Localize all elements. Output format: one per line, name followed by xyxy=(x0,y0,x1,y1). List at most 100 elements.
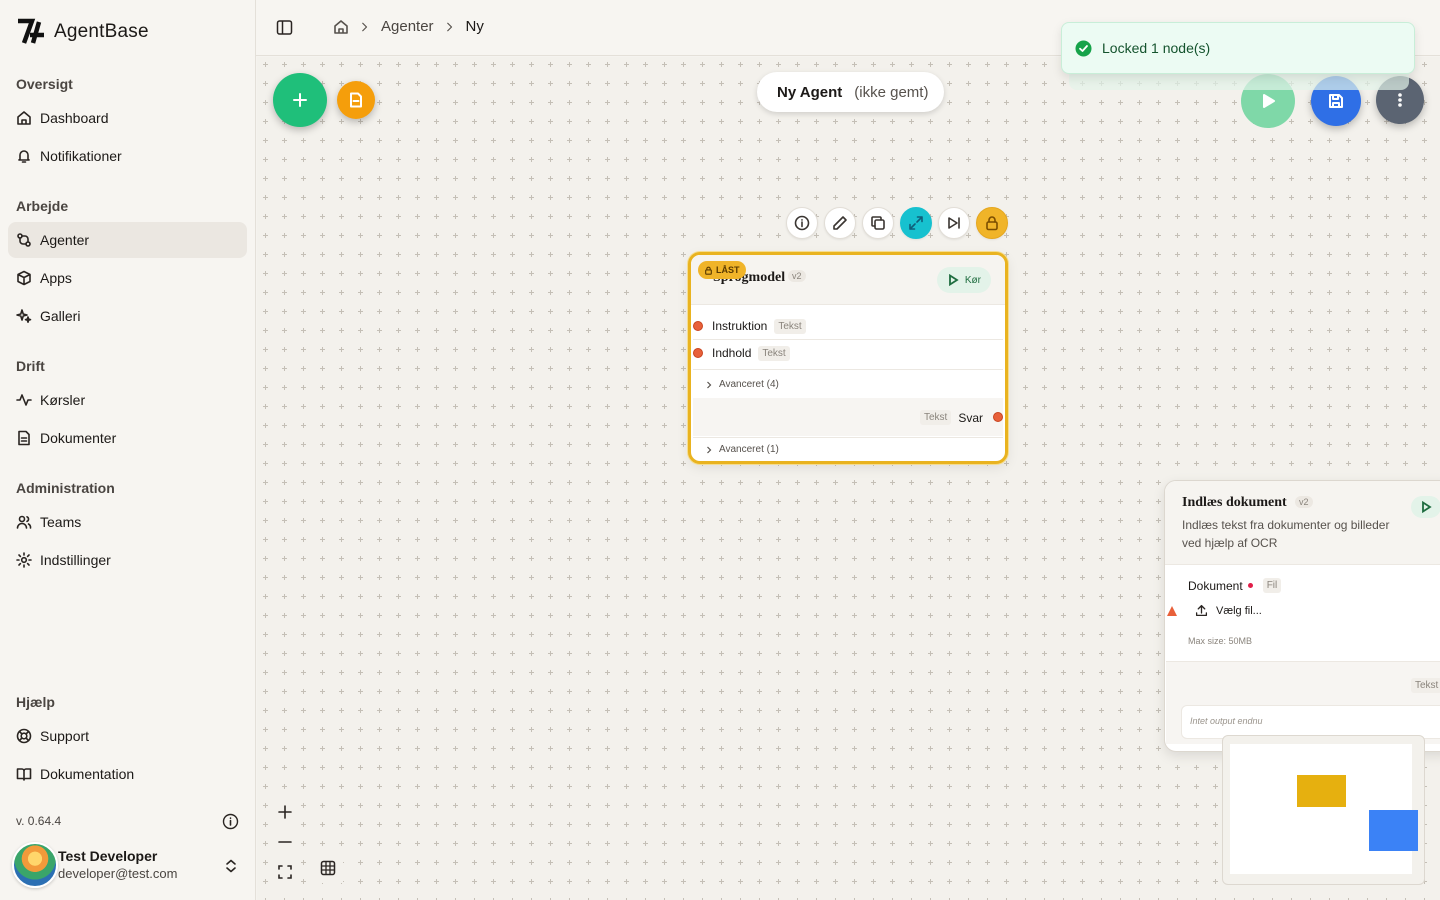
grid-toggle-button[interactable] xyxy=(313,853,343,883)
choose-file-button[interactable]: Vælg fil... xyxy=(1195,604,1262,617)
sidebar-item-teams[interactable]: Teams xyxy=(8,504,247,540)
pencil-icon xyxy=(833,216,847,230)
advanced-inputs-label: Avanceret (4) xyxy=(719,379,779,390)
section-title-drift: Drift xyxy=(16,358,45,374)
book-icon xyxy=(16,768,32,781)
sidebar-item-label: Dashboard xyxy=(40,110,109,126)
chevron-right-icon xyxy=(707,381,712,388)
sidebar-item-dashboard[interactable]: Dashboard xyxy=(8,100,247,136)
input-port-row: Dokument Fil xyxy=(1188,578,1282,593)
node-edit-button[interactable] xyxy=(824,207,856,239)
sidebar-item-support[interactable]: Support xyxy=(8,718,247,754)
sparkles-icon xyxy=(16,309,32,323)
plus-icon xyxy=(278,805,292,819)
advanced-outputs-toggle[interactable]: Avanceret (1) xyxy=(705,444,779,455)
agent-save-status: (ikke gemt) xyxy=(854,83,929,101)
sidebar-item-agenter[interactable]: Agenter xyxy=(8,222,247,258)
sidebar-item-dokumentation[interactable]: Dokumentation xyxy=(8,756,247,792)
fit-view-button[interactable] xyxy=(270,857,300,887)
chevron-right-icon xyxy=(707,446,712,453)
node-lock-button[interactable] xyxy=(976,207,1008,239)
node-info-button[interactable] xyxy=(786,207,818,239)
workflow-icon xyxy=(17,233,31,247)
box-icon xyxy=(17,270,31,286)
agent-title-pill[interactable]: Ny Agent (ikke gemt) xyxy=(757,72,945,112)
advanced-outputs-label: Avanceret (1) xyxy=(719,444,779,455)
sidebar-item-label: Dokumenter xyxy=(40,430,117,446)
sidebar-item-dokumenter[interactable]: Dokumenter xyxy=(8,420,247,456)
play-icon xyxy=(1263,94,1275,108)
node-header[interactable]: Indlæs dokument v2 Indlæs tekst fra doku… xyxy=(1165,481,1440,565)
play-icon xyxy=(948,274,959,286)
output-port-handle[interactable] xyxy=(993,412,1003,422)
input-port-handle[interactable] xyxy=(693,348,703,358)
divider xyxy=(693,369,1003,370)
sidebar-item-indstillinger[interactable]: Indstillinger xyxy=(8,542,247,578)
divider xyxy=(693,437,1003,438)
output-type-tag: Tekst xyxy=(1411,678,1440,693)
user-menu[interactable]: Test Developer developer@test.com xyxy=(12,840,252,890)
section-title-arbejde: Arbejde xyxy=(16,198,69,214)
lock-icon xyxy=(705,266,712,275)
sidebar-item-galleri[interactable]: Galleri xyxy=(8,298,247,334)
app-name: AgentBase xyxy=(54,21,149,42)
zoom-in-button[interactable] xyxy=(270,797,300,827)
breadcrumb-agenter[interactable]: Agenter xyxy=(381,18,434,35)
section-title-hjaelp: Hjælp xyxy=(16,694,55,710)
output-label: Svar xyxy=(958,410,983,425)
upload-icon xyxy=(1195,604,1208,617)
more-vertical-icon xyxy=(1398,93,1402,107)
info-icon[interactable] xyxy=(222,813,239,830)
toast-stack-shadow xyxy=(1069,74,1409,90)
sidebar-item-label: Support xyxy=(40,728,90,744)
home-icon[interactable] xyxy=(333,19,349,35)
input-type-tag: Tekst xyxy=(774,318,806,334)
avatar xyxy=(12,842,58,888)
sidebar-item-label: Indstillinger xyxy=(40,552,111,568)
activity-icon xyxy=(16,394,32,406)
save-icon xyxy=(1329,94,1343,108)
node-run-label: Kør xyxy=(964,274,981,286)
advanced-inputs-toggle[interactable]: Avanceret (4) xyxy=(705,379,779,390)
sidebar-item-label: Teams xyxy=(40,514,82,530)
users-icon xyxy=(16,515,32,529)
input-type-tag: Tekst xyxy=(758,345,790,361)
node-run-button[interactable]: Kør xyxy=(936,267,991,293)
minimap[interactable] xyxy=(1222,735,1425,885)
node-run-button[interactable] xyxy=(1411,496,1440,518)
locked-badge-label: LÅST xyxy=(716,265,740,275)
template-button[interactable] xyxy=(337,81,375,119)
zoom-out-button[interactable] xyxy=(270,827,300,857)
home-icon xyxy=(17,111,31,125)
file-icon xyxy=(350,92,362,108)
input-label: Dokument xyxy=(1188,578,1243,593)
node-skip-button[interactable] xyxy=(938,207,970,239)
node-duplicate-button[interactable] xyxy=(862,207,894,239)
bell-icon xyxy=(18,150,30,163)
sidebar-item-apps[interactable]: Apps xyxy=(8,260,247,296)
chevron-right-icon xyxy=(362,22,368,31)
add-node-button[interactable] xyxy=(273,73,327,127)
llm-node[interactable]: Sprogmodel LÅST v2 Kør Instruktion Tekst… xyxy=(688,252,1008,464)
check-circle-icon xyxy=(1075,40,1092,56)
sidebar-item-notifikationer[interactable]: Notifikationer xyxy=(8,138,247,174)
minimap-node-locked xyxy=(1297,775,1346,807)
settings-icon xyxy=(16,552,32,568)
breadcrumb: Agenter Ny xyxy=(333,18,484,35)
lock-icon xyxy=(986,216,998,231)
node-header[interactable]: Sprogmodel LÅST v2 Kør xyxy=(691,255,1005,305)
app-logo[interactable]: AgentBase xyxy=(16,18,149,46)
sidebar-item-label: Dokumentation xyxy=(40,766,135,782)
max-size-hint: Max size: 50MB xyxy=(1188,636,1253,646)
sidebar-toggle-icon[interactable] xyxy=(276,19,293,36)
input-port-handle[interactable] xyxy=(693,321,703,331)
play-icon xyxy=(1422,501,1432,513)
node-expand-button[interactable] xyxy=(900,207,932,239)
app-version: v. 0.64.4 xyxy=(16,814,62,828)
breadcrumb-current: Ny xyxy=(465,18,484,35)
sidebar-item-korsler[interactable]: Kørsler xyxy=(8,382,247,418)
node-description: Indlæs tekst fra dokumenter og billeder … xyxy=(1182,518,1390,550)
document-loader-node[interactable]: Indlæs dokument v2 Indlæs tekst fra doku… xyxy=(1164,480,1440,752)
output-port-row: Tekst Svar xyxy=(919,410,983,425)
info-icon xyxy=(794,215,810,231)
